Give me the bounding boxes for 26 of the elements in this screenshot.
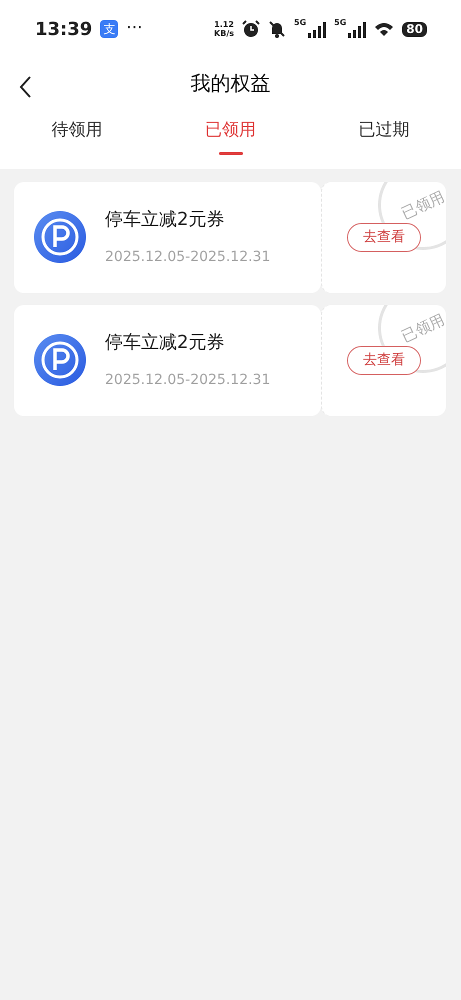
- page-title: 我的权益: [190, 70, 270, 97]
- alarm-icon: [242, 20, 260, 38]
- validity-dates: 2025.12.05-2025.12.31: [105, 248, 270, 267]
- view-button[interactable]: 去查看: [347, 346, 421, 374]
- parking-icon: [34, 334, 86, 386]
- clock-time: 13:39: [35, 18, 92, 42]
- network-type: 5G: [294, 17, 306, 29]
- bell-muted-icon: [268, 20, 286, 38]
- net-unit: KB/s: [214, 29, 234, 38]
- view-button[interactable]: 去查看: [347, 222, 421, 252]
- wifi-icon: [374, 21, 394, 37]
- app-icon: 支: [100, 20, 118, 38]
- parking-icon: [34, 211, 86, 263]
- signal-icon: [346, 20, 366, 38]
- tab[interactable]: 待领用: [0, 108, 154, 168]
- tab[interactable]: 已过期: [307, 108, 461, 168]
- validity-dates: 2025.12.05-2025.12.31: [105, 371, 270, 390]
- coupon-title: 停车立减2元券: [105, 208, 226, 232]
- battery-level: 80: [402, 22, 427, 36]
- back-icon: [18, 74, 32, 99]
- more-dots: ···: [126, 17, 143, 40]
- coupon-title: 停车立减2元券: [105, 331, 226, 355]
- network-type: 5G: [334, 17, 346, 29]
- signal-icon: [306, 20, 326, 38]
- tab[interactable]: 已领用: [154, 108, 308, 168]
- net-speed: 1.12: [214, 20, 234, 29]
